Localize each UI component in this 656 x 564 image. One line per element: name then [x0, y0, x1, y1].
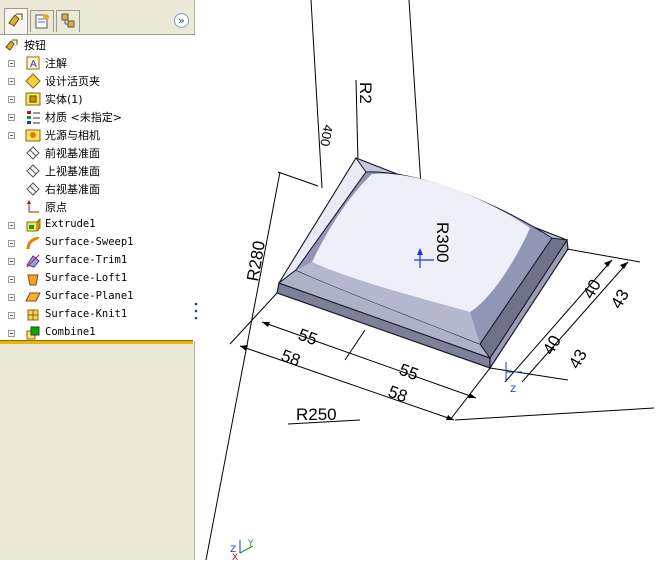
tree-item-label: 上视基准面 — [45, 165, 100, 178]
expand-node-button[interactable] — [8, 96, 15, 103]
plane-icon — [26, 146, 40, 160]
tree-item[interactable]: 前视基准面 — [0, 144, 195, 162]
tree-item[interactable]: 上视基准面 — [0, 162, 195, 180]
plane-icon — [26, 182, 40, 196]
solid-bodies-icon — [25, 92, 41, 106]
feature-manager-panel: » 按钮 A 注解设计活页夹实体(1) 材质 <未指定> 光源与相机前视基准面上视基准… — [0, 0, 198, 560]
expand-node-button[interactable] — [8, 78, 15, 85]
tree-item[interactable]: Surface-Trim1 — [0, 252, 195, 270]
triad-y: Y — [247, 539, 254, 549]
dim-40-right[interactable]: 40 — [579, 276, 605, 302]
tree-item[interactable]: 光源与相机 — [0, 126, 195, 144]
panel-splitter[interactable] — [194, 300, 198, 322]
model-view[interactable]: R2 R300 R280 R250 55 58 55 58 40 43 40 4… — [202, 0, 656, 563]
configuration-manager-tab[interactable] — [56, 10, 80, 32]
origin-icon — [27, 200, 39, 213]
dim-55-top[interactable]: 55 — [296, 325, 320, 349]
tree-item[interactable]: 实体(1) — [0, 90, 195, 108]
dim-r250[interactable]: R250 — [296, 405, 337, 424]
root-label: 按钮 — [24, 39, 46, 52]
surface-knit-icon — [27, 309, 39, 321]
tree-item[interactable]: A 注解 — [0, 54, 195, 72]
property-manager-icon — [35, 14, 49, 29]
tree-item-label: 注解 — [45, 57, 67, 70]
dim-40-bottom[interactable]: 40 — [539, 332, 565, 358]
property-manager-tab[interactable] — [30, 10, 54, 32]
design-binder-icon — [25, 73, 41, 89]
expand-panel-button[interactable]: » — [174, 13, 189, 28]
tree-item[interactable]: Surface-Plane1 — [0, 288, 195, 306]
tree-item[interactable]: 材质 <未指定> — [0, 108, 195, 126]
lights-camera-icon — [25, 129, 41, 142]
expand-node-button[interactable] — [8, 312, 15, 319]
view-triad: Z Y X — [230, 539, 254, 563]
expand-node-button[interactable] — [8, 276, 15, 283]
expand-node-button[interactable] — [8, 132, 15, 139]
tree-item-label: Surface-Sweep1 — [45, 236, 134, 248]
surface-trim-icon — [26, 254, 40, 268]
feature-manager-tab[interactable] — [4, 8, 28, 34]
feature-manager-icon — [8, 13, 23, 27]
svg-text:Z: Z — [510, 385, 516, 395]
tree-item-label: 原点 — [45, 201, 67, 214]
tree-item-label: Surface-Trim1 — [45, 254, 128, 266]
combine-icon — [26, 326, 40, 340]
rollback-bar[interactable] — [0, 340, 193, 344]
svg-text:A: A — [30, 59, 37, 70]
panel-tabs: » — [0, 0, 195, 34]
surface-plane-icon — [25, 292, 41, 302]
expand-node-button[interactable] — [8, 60, 15, 67]
surface-sweep-icon — [26, 236, 40, 250]
part-icon — [5, 39, 18, 51]
dim-r300[interactable]: R300 — [433, 222, 452, 263]
tree-item[interactable]: 右视基准面 — [0, 180, 195, 198]
expand-node-button[interactable] — [8, 294, 15, 301]
tree-item-label: Surface-Knit1 — [45, 308, 128, 320]
configuration-manager-icon — [61, 13, 75, 28]
tree-item-label: 实体(1) — [45, 93, 83, 106]
tree-item[interactable]: Surface-Loft1 — [0, 270, 195, 288]
tree-item-label: 光源与相机 — [45, 129, 100, 142]
feature-tree: 按钮 A 注解设计活页夹实体(1) 材质 <未指定> 光源与相机前视基准面上视基准面右… — [0, 34, 195, 341]
tree-item-label: 设计活页夹 — [45, 75, 100, 88]
graphics-area[interactable]: R2 R300 R280 R250 55 58 55 58 40 43 40 4… — [202, 0, 656, 563]
tree-item-label: Extrude1 — [45, 218, 96, 230]
extrude-icon — [26, 217, 41, 232]
tree-item-label: 右视基准面 — [45, 183, 100, 196]
dim-55-bottom[interactable]: 55 — [397, 360, 421, 384]
annotation-icon: A — [26, 56, 40, 70]
material-icon — [27, 111, 40, 124]
tree-item-label: 材质 <未指定> — [45, 111, 122, 124]
tree-item[interactable]: Surface-Knit1 — [0, 306, 195, 324]
sketch-triad: Z — [510, 385, 516, 395]
expand-node-button[interactable] — [8, 114, 15, 121]
expand-node-button[interactable] — [8, 240, 15, 247]
surface-loft-icon — [27, 274, 39, 286]
tree-item-label: 前视基准面 — [45, 147, 100, 160]
dim-43-bottom[interactable]: 43 — [565, 346, 591, 372]
tree-item[interactable]: 设计活页夹 — [0, 72, 195, 90]
tree-item[interactable]: Extrude1 — [0, 216, 195, 234]
tree-item-label: Surface-Loft1 — [45, 272, 128, 284]
tree-item-label: Surface-Plane1 — [45, 290, 134, 302]
expand-node-button[interactable] — [8, 330, 15, 337]
tree-item[interactable]: 原点 — [0, 198, 195, 216]
tree-item[interactable]: Surface-Sweep1 — [0, 234, 195, 252]
dim-400[interactable]: 400 — [317, 123, 336, 147]
tree-root[interactable]: 按钮 — [0, 36, 195, 54]
expand-node-button[interactable] — [8, 258, 15, 265]
tree-item-label: Combine1 — [45, 326, 96, 338]
dim-r2[interactable]: R2 — [356, 82, 375, 104]
expand-node-button[interactable] — [8, 222, 15, 229]
dim-58-bottom[interactable]: 58 — [386, 382, 410, 406]
dim-r280[interactable]: R280 — [243, 239, 269, 282]
plane-icon — [26, 164, 40, 178]
dim-43-right[interactable]: 43 — [607, 286, 633, 312]
triad-x: X — [232, 553, 238, 560]
